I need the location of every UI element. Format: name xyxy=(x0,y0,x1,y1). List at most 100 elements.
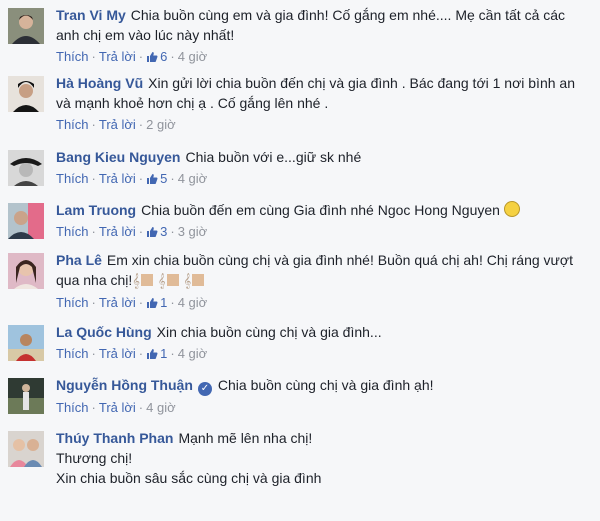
sad-face-emoji-icon xyxy=(503,201,520,217)
comment-text: Pha Lê Em xin chia buồn cùng chị và gia đ… xyxy=(56,250,592,291)
comment-text: Lam Truong Chia buồn đến em cùng Gia đình… xyxy=(56,200,592,220)
thumbs-up-icon xyxy=(147,349,158,359)
avatar[interactable] xyxy=(8,431,44,467)
separator: · xyxy=(138,171,144,186)
comment-item: Lam Truong Chia buồn đến em cùng Gia đình… xyxy=(8,200,592,240)
comment-item: Thúy Thanh Phan Mạnh mẽ lên nha chị! Thươ… xyxy=(8,428,592,488)
comment-actions: Thích · Trả lời · 5 · 4 giờ xyxy=(56,171,592,187)
separator: · xyxy=(170,171,175,186)
separator: · xyxy=(170,295,175,310)
timestamp[interactable]: 4 giờ xyxy=(178,49,208,64)
avatar[interactable] xyxy=(8,378,44,414)
reply-link[interactable]: Trả lời xyxy=(99,295,136,310)
comment-message-line: Thương chị! xyxy=(56,450,133,466)
thumbs-up-icon xyxy=(147,298,158,308)
comment-author[interactable]: Tran Vi My xyxy=(56,7,126,23)
comment-message: Chia buồn cùng chị và gia đình ạh! xyxy=(217,377,434,393)
comment-item: Tran Vi My Chia buồn cùng em và gia đình!… xyxy=(8,5,592,65)
timestamp[interactable]: 4 giờ xyxy=(178,346,208,361)
verified-badge-icon: ✓ xyxy=(197,382,212,396)
comment-item: Pha Lê Em xin chia buồn cùng chị và gia đ… xyxy=(8,250,592,311)
comment-text: Nguyễn Hồng Thuận ✓ Chia buồn cùng chị và … xyxy=(56,375,592,396)
clapping-hands-emoji-icon: 𝄞 xyxy=(132,272,154,288)
comment-actions: Thích · Trả lời · 1 · 4 giờ xyxy=(56,346,592,362)
comment-text: Hà Hoàng Vũ Xin gửi lời chia buồn đến chị… xyxy=(56,73,592,113)
separator: · xyxy=(91,224,96,239)
timestamp[interactable]: 4 giờ xyxy=(178,171,208,186)
comment-message: Chia buồn cùng em và gia đình! Cố gắng e… xyxy=(56,7,566,43)
comment-actions: Thích · Trả lời · 6 · 4 giờ xyxy=(56,49,592,65)
comment-author[interactable]: Nguyễn Hồng Thuận xyxy=(56,377,193,393)
separator: · xyxy=(170,49,175,64)
comment-item: La Quốc Hùng Xin chia buồn cùng chị và gi… xyxy=(8,322,592,362)
clapping-hands-emoji-icon: 𝄞 xyxy=(183,272,205,288)
comment-actions: Thích · Trả lời · 3 · 3 giờ xyxy=(56,224,592,240)
comment-item: Nguyễn Hồng Thuận ✓ Chia buồn cùng chị và … xyxy=(8,375,592,416)
comment-author[interactable]: Bang Kieu Nguyen xyxy=(56,149,180,165)
like-count[interactable]: 1 xyxy=(146,295,167,310)
like-count[interactable]: 6 xyxy=(146,49,167,64)
thumbs-up-icon xyxy=(147,174,158,184)
like-link[interactable]: Thích xyxy=(56,224,89,239)
comment-author[interactable]: La Quốc Hùng xyxy=(56,324,152,340)
separator: · xyxy=(138,117,144,132)
separator: · xyxy=(138,346,144,361)
separator: · xyxy=(138,295,144,310)
comment-actions: Thích · Trả lời · 2 giờ xyxy=(56,117,592,133)
reply-link[interactable]: Trả lời xyxy=(99,346,136,361)
like-link[interactable]: Thích xyxy=(56,171,89,186)
comments-panel: Tran Vi My Chia buồn cùng em và gia đình!… xyxy=(0,0,600,521)
separator: · xyxy=(91,295,96,310)
comment-message: Mạnh mẽ lên nha chị! xyxy=(178,430,313,446)
comment-text: Bang Kieu Nguyen Chia buồn với e...giữ sk… xyxy=(56,147,592,167)
like-count[interactable]: 5 xyxy=(146,171,167,186)
reply-link[interactable]: Trả lời xyxy=(99,224,136,239)
separator: · xyxy=(91,49,96,64)
avatar[interactable] xyxy=(8,76,44,112)
comment-message: Chia buồn với e...giữ sk nhé xyxy=(185,149,362,165)
like-link[interactable]: Thích xyxy=(56,49,89,64)
comment-author[interactable]: Lam Truong xyxy=(56,202,136,218)
separator: · xyxy=(138,400,144,415)
avatar[interactable] xyxy=(8,8,44,44)
comment-text: La Quốc Hùng Xin chia buồn cùng chị và gi… xyxy=(56,322,592,342)
reply-link[interactable]: Trả lời xyxy=(99,400,136,415)
reply-link[interactable]: Trả lời xyxy=(99,117,136,132)
comment-author[interactable]: Pha Lê xyxy=(56,252,102,268)
separator: · xyxy=(170,224,175,239)
comment-message: Xin chia buồn cùng chị và gia đình... xyxy=(156,324,382,340)
reply-link[interactable]: Trả lời xyxy=(99,171,136,186)
comment-actions: Thích · Trả lời · 1 · 4 giờ xyxy=(56,295,592,311)
thumbs-up-icon xyxy=(147,52,158,62)
comment-author[interactable]: Thúy Thanh Phan xyxy=(56,430,173,446)
comment-text: Thúy Thanh Phan Mạnh mẽ lên nha chị! Thươ… xyxy=(56,428,592,488)
like-link[interactable]: Thích xyxy=(56,346,89,361)
timestamp[interactable]: 3 giờ xyxy=(178,224,208,239)
like-count[interactable]: 1 xyxy=(146,346,167,361)
separator: · xyxy=(91,400,96,415)
clapping-hands-emoji-icon: 𝄞 xyxy=(158,272,180,288)
separator: · xyxy=(91,346,96,361)
separator: · xyxy=(138,224,144,239)
thumbs-up-icon xyxy=(147,227,158,237)
like-link[interactable]: Thích xyxy=(56,117,89,132)
like-count[interactable]: 3 xyxy=(146,224,167,239)
timestamp[interactable]: 4 giờ xyxy=(146,400,176,415)
avatar[interactable] xyxy=(8,203,44,239)
comment-author[interactable]: Hà Hoàng Vũ xyxy=(56,75,143,91)
like-link[interactable]: Thích xyxy=(56,295,89,310)
separator: · xyxy=(170,346,175,361)
separator: · xyxy=(91,171,96,186)
comment-item: Bang Kieu Nguyen Chia buồn với e...giữ sk… xyxy=(8,147,592,187)
comment-item: Hà Hoàng Vũ Xin gửi lời chia buồn đến chị… xyxy=(8,73,592,133)
separator: · xyxy=(138,49,144,64)
comment-actions: Thích · Trả lời · 4 giờ xyxy=(56,400,592,416)
avatar[interactable] xyxy=(8,150,44,186)
avatar[interactable] xyxy=(8,325,44,361)
timestamp[interactable]: 2 giờ xyxy=(146,117,176,132)
separator: · xyxy=(91,117,96,132)
reply-link[interactable]: Trả lời xyxy=(99,49,136,64)
timestamp[interactable]: 4 giờ xyxy=(178,295,208,310)
avatar[interactable] xyxy=(8,253,44,289)
like-link[interactable]: Thích xyxy=(56,400,89,415)
